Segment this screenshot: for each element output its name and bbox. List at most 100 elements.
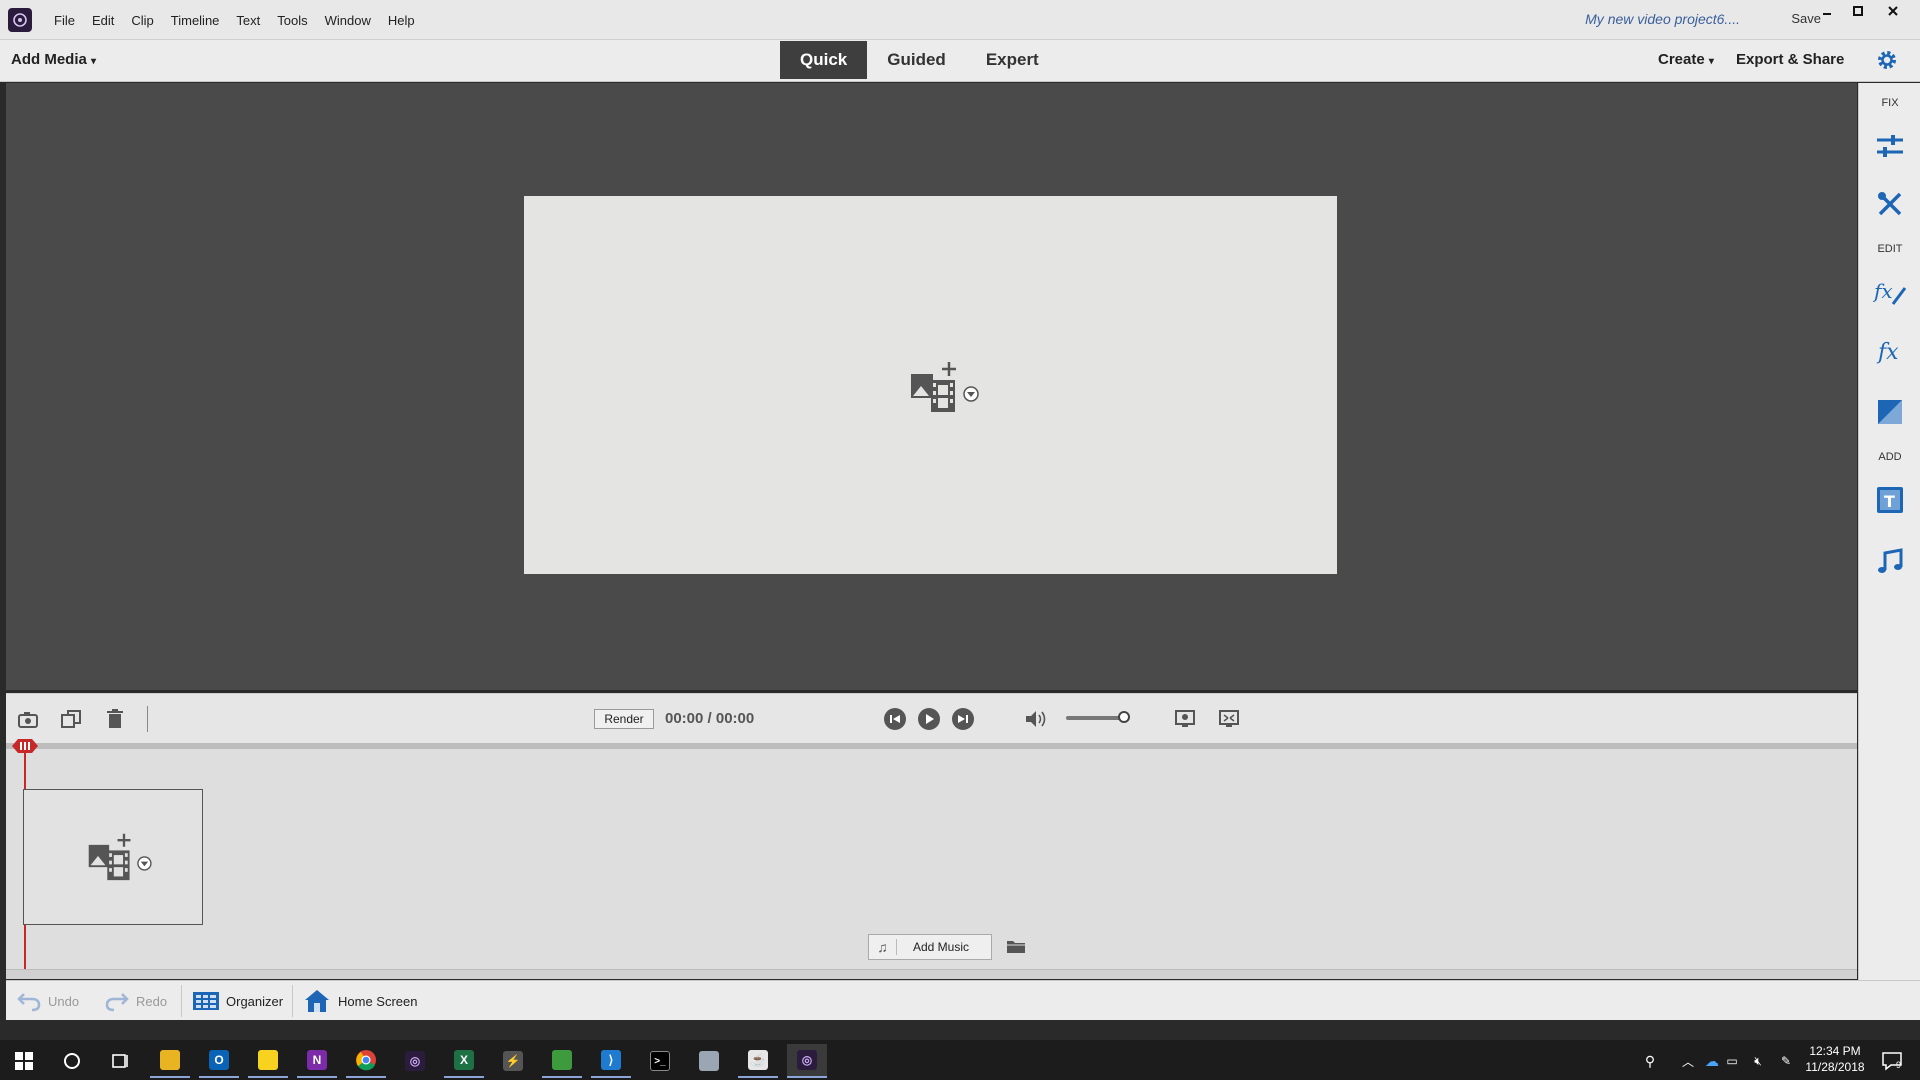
freeze-frame-icon[interactable] xyxy=(58,706,84,732)
home-screen-label: Home Screen xyxy=(338,993,418,1009)
redo-icon xyxy=(105,993,129,1012)
people-icon[interactable]: ⚲ xyxy=(1630,1044,1670,1078)
volume-icon[interactable] xyxy=(1023,706,1049,732)
spreadsheet-app-icon[interactable] xyxy=(542,1044,582,1078)
edit-section-label: EDIT xyxy=(1877,243,1903,255)
cortana-search-icon[interactable] xyxy=(52,1044,92,1078)
timeline-panel: ♫ Add Music xyxy=(6,739,1857,979)
create-button[interactable]: Create ▾ xyxy=(1658,51,1714,68)
timecode-display: 00:00 / 00:00 xyxy=(665,710,755,727)
project-name[interactable]: My new video project6.... xyxy=(1585,11,1740,27)
svg-text:fx: fx xyxy=(1873,279,1893,303)
add-music-label: Add Music xyxy=(913,940,970,954)
notifications-icon[interactable]: 9 xyxy=(1872,1044,1912,1078)
right-tool-panel: FIX EDIT fx fx ADD T xyxy=(1858,83,1920,983)
menu-timeline[interactable]: Timeline xyxy=(171,13,220,28)
redo-label: Redo xyxy=(136,993,168,1009)
bottom-bar: Undo Redo Organizer Home Screen xyxy=(6,980,1920,1020)
minimize-icon[interactable] xyxy=(1812,0,1842,22)
fullscreen-icon[interactable] xyxy=(1216,706,1242,732)
divider xyxy=(181,985,182,1017)
onenote-icon[interactable]: N xyxy=(297,1044,337,1078)
java-icon[interactable]: ☕ xyxy=(738,1044,778,1078)
premiere-elements-icon[interactable]: ◎ xyxy=(395,1044,435,1078)
organizer-label: Organizer xyxy=(226,993,284,1009)
clock-date: 11/28/2018 xyxy=(1805,1060,1865,1074)
tools-icon[interactable] xyxy=(1871,185,1909,223)
tab-quick[interactable]: Quick xyxy=(780,41,868,79)
tab-guided[interactable]: Guided xyxy=(867,41,966,79)
premiere-elements-active-icon[interactable]: ◎ xyxy=(787,1044,827,1078)
add-media-button[interactable]: Add Media ▾ xyxy=(11,51,96,68)
menu-file[interactable]: File xyxy=(54,13,75,28)
play-icon[interactable] xyxy=(918,708,940,730)
camera-icon[interactable] xyxy=(15,706,41,732)
create-label: Create xyxy=(1658,51,1705,68)
preview-monitor xyxy=(6,83,1857,690)
svg-text:fx: fx xyxy=(1876,340,1899,365)
trash-icon[interactable] xyxy=(102,706,128,732)
app-icon[interactable]: ⚡ xyxy=(493,1044,533,1078)
tab-expert[interactable]: Expert xyxy=(966,41,1059,79)
playhead-handle[interactable] xyxy=(10,737,40,755)
timeline-ruler[interactable] xyxy=(6,743,1857,749)
music-note-icon: ♫ xyxy=(869,939,897,955)
toolbar-divider xyxy=(147,706,148,732)
windows-start-icon[interactable] xyxy=(4,1044,44,1078)
music-icon[interactable] xyxy=(1871,543,1909,581)
vscode-icon[interactable]: ⟩ xyxy=(591,1044,631,1078)
file-explorer-icon[interactable] xyxy=(150,1044,190,1078)
preview-canvas[interactable] xyxy=(524,196,1337,574)
svg-text:T: T xyxy=(1884,492,1895,511)
organizer-icon xyxy=(193,992,219,1010)
add-media-label: Add Media xyxy=(11,51,87,68)
export-share-button[interactable]: Export & Share xyxy=(1736,51,1844,68)
gear-icon[interactable] xyxy=(1875,48,1899,72)
redo-button[interactable]: Redo xyxy=(104,981,167,1021)
terminal-icon[interactable]: >_ xyxy=(640,1044,680,1078)
photos-app-icon[interactable] xyxy=(689,1044,729,1078)
menu-clip[interactable]: Clip xyxy=(131,13,153,28)
mode-tabs: Quick Guided Expert xyxy=(780,41,1059,79)
mode-bar: Add Media ▾ Quick Guided Expert Create ▾… xyxy=(0,40,1920,82)
menu-window[interactable]: Window xyxy=(325,13,371,28)
horizontal-scrollbar[interactable] xyxy=(6,969,1857,979)
fix-section-label: FIX xyxy=(1881,97,1899,109)
sticky-notes-icon[interactable] xyxy=(248,1044,288,1078)
transitions-icon[interactable] xyxy=(1871,393,1909,431)
add-music-button[interactable]: ♫ Add Music xyxy=(868,934,992,960)
add-media-placeholder[interactable] xyxy=(909,358,989,414)
volume-slider-knob[interactable] xyxy=(1118,711,1130,723)
menu-edit[interactable]: Edit xyxy=(92,13,114,28)
chevron-down-icon: ▾ xyxy=(91,56,97,67)
chrome-icon[interactable] xyxy=(346,1044,386,1078)
applied-effects-icon[interactable]: fx xyxy=(1871,273,1909,311)
adjustments-icon[interactable] xyxy=(1871,127,1909,165)
notification-count: 9 xyxy=(1896,1060,1902,1070)
task-view-icon[interactable] xyxy=(100,1044,140,1078)
titles-icon[interactable]: T xyxy=(1871,481,1909,519)
add-media-icon xyxy=(88,833,152,881)
maximize-icon[interactable] xyxy=(1843,0,1873,22)
app-logo-icon xyxy=(8,8,32,32)
skip-forward-icon[interactable] xyxy=(952,708,974,730)
organizer-button[interactable]: Organizer xyxy=(192,981,283,1021)
render-preview-icon[interactable] xyxy=(1172,706,1198,732)
effects-icon[interactable]: fx xyxy=(1871,333,1909,371)
add-section-label: ADD xyxy=(1878,451,1902,463)
outlook-icon[interactable]: O xyxy=(199,1044,239,1078)
volume-slider[interactable] xyxy=(1066,716,1124,720)
menu-tools[interactable]: Tools xyxy=(277,13,307,28)
render-button[interactable]: Render xyxy=(594,709,654,729)
close-icon[interactable] xyxy=(1878,0,1908,22)
undo-button[interactable]: Undo xyxy=(16,981,79,1021)
menu-text[interactable]: Text xyxy=(236,13,260,28)
excel-icon[interactable]: X xyxy=(444,1044,484,1078)
menu-help[interactable]: Help xyxy=(388,13,415,28)
folder-icon[interactable] xyxy=(1006,938,1028,956)
timeline-add-media-slot[interactable] xyxy=(23,789,203,925)
taskbar-clock[interactable]: 12:34 PM 11/28/2018 xyxy=(1800,1043,1870,1075)
home-screen-button[interactable]: Home Screen xyxy=(304,981,417,1021)
skip-back-icon[interactable] xyxy=(884,708,906,730)
title-bar: File Edit Clip Timeline Text Tools Windo… xyxy=(0,0,1920,40)
